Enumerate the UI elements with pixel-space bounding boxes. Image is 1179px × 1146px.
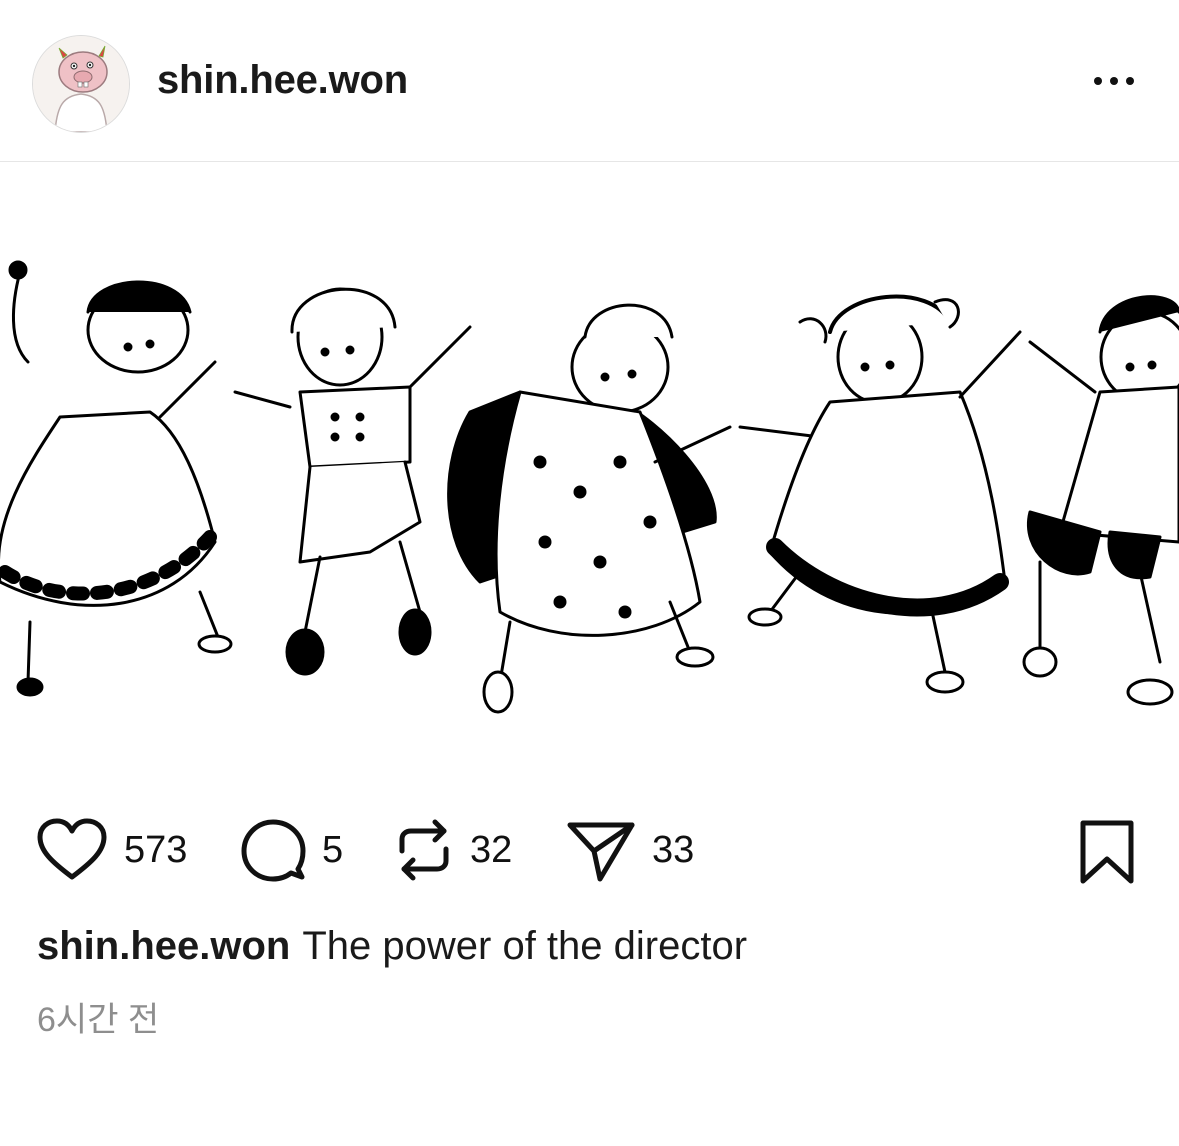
avatar[interactable] xyxy=(32,35,130,133)
post-image[interactable] xyxy=(0,162,1179,792)
repost-count: 32 xyxy=(470,828,513,871)
bookmark-icon xyxy=(1080,820,1134,884)
post-card: shin.hee.won 573 5 32 33 shin.hee.won Th… xyxy=(0,0,1179,1146)
more-options-button[interactable] xyxy=(1078,60,1150,102)
post-header: shin.hee.won xyxy=(0,0,1179,162)
cartoon-creature-avatar-icon xyxy=(33,36,129,132)
illustration-child-1 xyxy=(0,260,233,697)
illustration-child-2 xyxy=(233,287,472,676)
caption-username[interactable]: shin.hee.won xyxy=(37,924,290,968)
post-author-username[interactable]: shin.hee.won xyxy=(157,58,408,103)
share-button[interactable]: 33 xyxy=(566,815,694,885)
more-horizontal-icon xyxy=(1094,77,1102,85)
heart-icon xyxy=(37,818,107,880)
comment-button[interactable]: 5 xyxy=(240,815,343,885)
caption-text: The power of the director xyxy=(302,924,748,968)
like-count: 573 xyxy=(124,828,188,871)
illustration-child-4 xyxy=(738,294,1022,694)
more-horizontal-icon-dot xyxy=(1110,77,1118,85)
repost-button[interactable]: 32 xyxy=(394,815,512,885)
dancing-children-illustration xyxy=(0,260,1179,714)
share-count: 33 xyxy=(652,828,695,871)
comment-bubble-icon xyxy=(241,819,306,882)
post-caption: shin.hee.won The power of the director xyxy=(37,924,747,969)
illustration-child-3 xyxy=(447,303,732,714)
repost-icon xyxy=(399,819,449,881)
like-button[interactable]: 573 xyxy=(36,815,187,885)
illustration-child-5 xyxy=(1022,295,1179,706)
send-icon xyxy=(567,822,635,882)
bookmark-button[interactable] xyxy=(1076,819,1138,885)
comment-count: 5 xyxy=(322,828,344,871)
post-actions-bar: 573 5 32 33 xyxy=(0,805,1179,897)
post-timestamp: 6시간 전 xyxy=(37,1001,160,1039)
more-horizontal-icon-dot xyxy=(1126,77,1134,85)
